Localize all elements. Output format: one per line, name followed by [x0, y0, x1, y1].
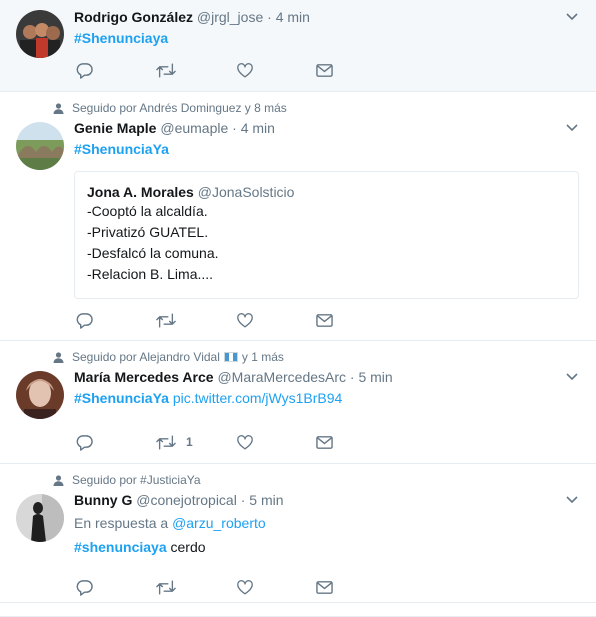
retweet-button[interactable] — [156, 312, 236, 329]
social-context: Seguido por Alejandro Vidal y 1 más — [53, 350, 284, 364]
avatar[interactable] — [16, 10, 64, 58]
quoted-text-line: -Privatizó GUATEL. — [87, 224, 209, 240]
social-context: Seguido por #JusticiaYa — [53, 473, 201, 487]
person-icon — [53, 102, 64, 114]
person-icon — [53, 474, 64, 486]
retweet-icon — [156, 62, 176, 78]
media-link[interactable]: pic.twitter.com/jWys1BrB94 — [173, 390, 342, 406]
retweet-icon — [156, 312, 176, 328]
retweet-count: 1 — [186, 435, 193, 449]
direct-message-icon — [316, 63, 333, 77]
like-button[interactable] — [236, 312, 316, 329]
hashtag-link[interactable]: #shenunciaya — [74, 539, 167, 555]
social-context: Seguido por Andrés Dominguez y 8 más — [53, 101, 287, 115]
tweet-actions: 1 — [76, 433, 356, 451]
tweet[interactable]: Seguido por Andrés Dominguez y 8 más Gen… — [0, 92, 596, 341]
tweet-header: Genie Maple @eumaple · 4 min — [74, 120, 275, 136]
avatar[interactable] — [16, 494, 64, 542]
reply-icon — [76, 434, 93, 451]
direct-message-button[interactable] — [316, 580, 356, 595]
social-context-text[interactable]: Seguido por Alejandro Vidal — [72, 350, 220, 364]
retweet-button[interactable]: 1 — [156, 434, 236, 451]
like-icon — [237, 62, 253, 77]
quoted-text-line: -Cooptó la alcaldía. — [87, 203, 208, 219]
retweet-icon — [156, 434, 176, 450]
tweet[interactable]: Seguido por Alejandro Vidal y 1 más Marí… — [0, 341, 596, 464]
like-icon — [237, 579, 253, 594]
caret-down-icon[interactable] — [566, 373, 578, 381]
tweet-header: María Mercedes Arce @MaraMercedesArc · 5… — [74, 369, 393, 385]
handle[interactable]: @conejotropical — [136, 492, 237, 508]
tweet-text: #ShenunciaYa — [74, 139, 169, 159]
direct-message-button[interactable] — [316, 435, 356, 450]
direct-message-button[interactable] — [316, 63, 356, 78]
like-icon — [237, 434, 253, 449]
timeline: Rodrigo González @jrgl_jose · 4 min #She… — [0, 0, 596, 617]
tweet-text: #shenunciaya cerdo — [74, 537, 206, 557]
like-icon — [237, 312, 253, 327]
person-icon — [53, 351, 64, 363]
timestamp[interactable]: · 5 min — [241, 492, 284, 508]
tweet-text: #ShenunciaYa pic.twitter.com/jWys1BrB94 — [74, 388, 342, 408]
like-button[interactable] — [236, 62, 316, 79]
guatemala-flag-icon — [223, 352, 238, 362]
reply-button[interactable] — [76, 312, 156, 329]
quoted-display-name: Jona A. Morales — [87, 184, 194, 200]
handle[interactable]: @MaraMercedesArc — [217, 369, 346, 385]
tweet-text: #Shenunciaya — [74, 28, 168, 48]
hashtag-link[interactable]: #ShenunciaYa — [74, 390, 169, 406]
reply-button[interactable] — [76, 434, 156, 451]
tweet[interactable]: Rodrigo González @jrgl_jose · 4 min #She… — [0, 0, 596, 92]
caret-down-icon[interactable] — [566, 13, 578, 21]
tweet-actions — [76, 61, 356, 79]
reply-to-link[interactable]: @arzu_roberto — [172, 515, 266, 531]
retweet-button[interactable] — [156, 62, 236, 79]
quoted-text-line: -Desfalcó la comuna. — [87, 245, 219, 261]
social-context-text[interactable]: Seguido por Andrés Dominguez y 8 más — [72, 101, 287, 115]
reply-icon — [76, 579, 93, 596]
display-name[interactable]: María Mercedes Arce — [74, 369, 214, 385]
reply-button[interactable] — [76, 579, 156, 596]
tweet-body: cerdo — [170, 539, 206, 555]
direct-message-icon — [316, 313, 333, 327]
display-name[interactable]: Rodrigo González — [74, 9, 193, 25]
social-context-suffix: y 1 más — [241, 350, 284, 364]
reply-icon — [76, 312, 93, 329]
caret-down-icon[interactable] — [566, 124, 578, 132]
quoted-handle: @JonaSolsticio — [197, 184, 295, 200]
like-button[interactable] — [236, 579, 316, 596]
quoted-tweet[interactable]: Jona A. Morales @JonaSolsticio -Cooptó l… — [74, 171, 579, 299]
tweet-actions — [76, 578, 356, 596]
hashtag-link[interactable]: #ShenunciaYa — [74, 141, 169, 157]
avatar[interactable] — [16, 122, 64, 170]
reply-button[interactable] — [76, 62, 156, 79]
tweet-header: Rodrigo González @jrgl_jose · 4 min — [74, 9, 310, 25]
timestamp[interactable]: · 5 min — [350, 369, 393, 385]
avatar[interactable] — [16, 371, 64, 419]
display-name[interactable]: Bunny G — [74, 492, 132, 508]
reply-context-label: En respuesta a — [74, 515, 169, 531]
retweet-icon — [156, 579, 176, 595]
handle[interactable]: @jrgl_jose — [197, 9, 263, 25]
timestamp[interactable]: · 4 min — [267, 9, 310, 25]
display-name[interactable]: Genie Maple — [74, 120, 156, 136]
social-context-text[interactable]: Seguido por #JusticiaYa — [72, 473, 201, 487]
handle[interactable]: @eumaple — [160, 120, 228, 136]
direct-message-icon — [316, 435, 333, 449]
reply-icon — [76, 62, 93, 79]
direct-message-button[interactable] — [316, 313, 356, 328]
reply-context: En respuesta a @arzu_roberto — [74, 513, 266, 533]
timestamp[interactable]: · 4 min — [232, 120, 275, 136]
quoted-tweet-header: Jona A. Morales @JonaSolsticio — [87, 184, 566, 200]
tweet-header: Bunny G @conejotropical · 5 min — [74, 492, 284, 508]
quoted-text-line: -Relacion B. Lima.... — [87, 266, 214, 282]
caret-down-icon[interactable] — [566, 496, 578, 504]
hashtag-link[interactable]: #Shenunciaya — [74, 30, 168, 46]
tweet-actions — [76, 311, 356, 329]
like-button[interactable] — [236, 434, 316, 451]
retweet-button[interactable] — [156, 579, 236, 596]
direct-message-icon — [316, 580, 333, 594]
tweet[interactable]: Seguido por #JusticiaYa Bunny G @conejot… — [0, 464, 596, 603]
